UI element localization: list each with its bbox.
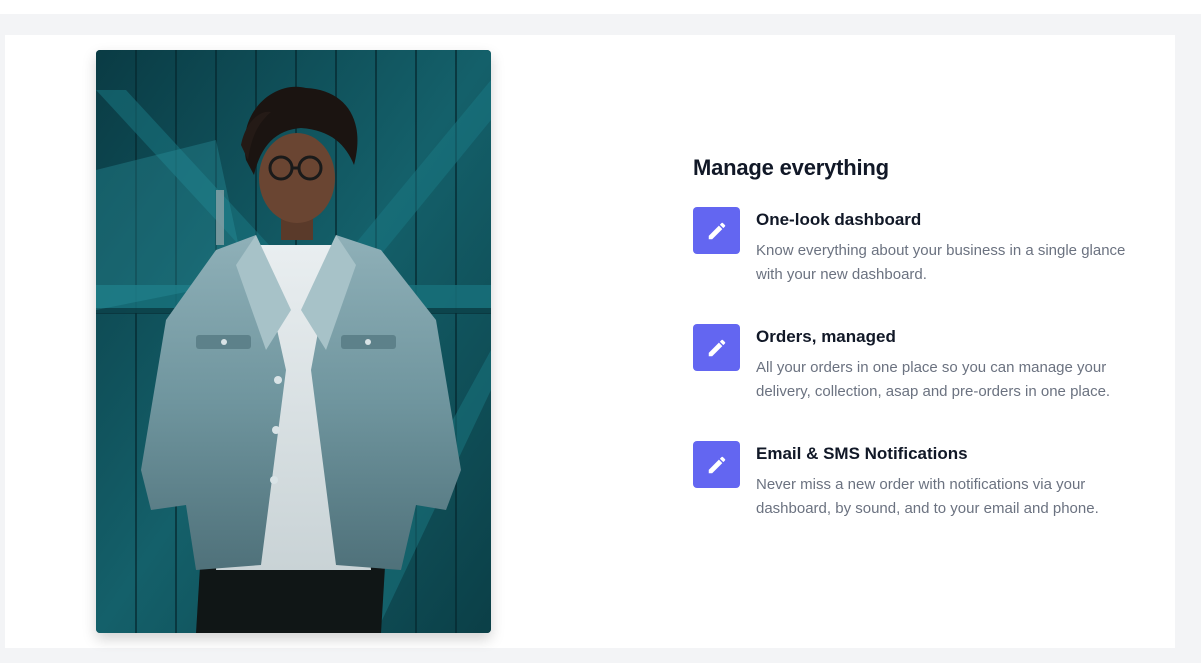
feature-description: Know everything about your business in a… <box>756 242 1126 283</box>
feature-title: Orders, managed <box>756 327 896 346</box>
feature-title: Email & SMS Notifications <box>756 444 968 463</box>
feature-description: Never miss a new order with notification… <box>756 476 1099 517</box>
section-heading: Manage everything <box>693 155 889 180</box>
feature-title: One-look dashboard <box>756 210 922 229</box>
pencil-icon <box>693 324 740 371</box>
pencil-icon <box>693 207 740 254</box>
feature-description: All your orders in one place so you can … <box>756 359 1111 400</box>
feature-text: One-look dashboard Know everything about… <box>756 209 1151 287</box>
feature-list: One-look dashboard Know everything about… <box>693 207 1153 558</box>
feature-text: Orders, managed All your orders in one p… <box>756 326 1151 404</box>
features-content: Manage everything One-look dashboard Kno… <box>693 153 1153 558</box>
feature-item-dashboard: One-look dashboard Know everything about… <box>693 207 1153 324</box>
hero-photo <box>96 50 491 633</box>
feature-item-orders: Orders, managed All your orders in one p… <box>693 324 1153 441</box>
top-strip <box>0 0 1201 14</box>
feature-section: Manage everything One-look dashboard Kno… <box>5 35 1175 648</box>
feature-text: Email & SMS Notifications Never miss a n… <box>756 443 1151 521</box>
pencil-icon <box>693 441 740 488</box>
feature-item-notifications: Email & SMS Notifications Never miss a n… <box>693 441 1153 558</box>
